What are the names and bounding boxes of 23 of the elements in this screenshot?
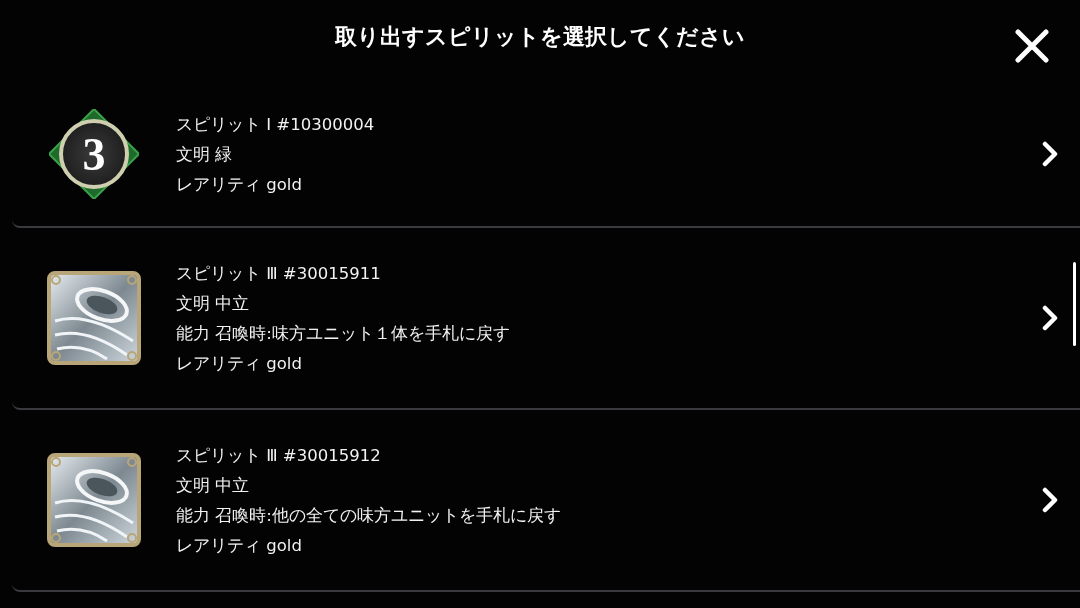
spirit-detail-text: スピリット Ⅲ #30015912 (176, 444, 382, 467)
close-button[interactable] (1014, 28, 1050, 64)
spirit-detail-text: レアリティ gold (176, 352, 303, 375)
chevron-right-icon (1042, 487, 1058, 513)
close-icon (1014, 28, 1050, 64)
chevron-right-icon (1042, 141, 1058, 167)
spirit-detail-text: レアリティ gold (176, 173, 303, 196)
whirlwind-icon (47, 271, 141, 365)
spirit-detail-text: 能力 召喚時:味方ユニット１体を手札に戻す (176, 322, 511, 345)
spirit-detail-text: スピリット I #10300004 (176, 113, 376, 136)
spirit-detail-text: レアリティ gold (176, 534, 303, 557)
chevron-right-icon (1042, 305, 1058, 331)
spirit-detail-text: 能力 召喚時:他の全ての味方ユニットを手札に戻す (176, 504, 562, 527)
number-medal-icon: 3 (47, 107, 141, 201)
spirit-detail-text: 文明 緑 (176, 143, 234, 166)
spirit-detail-text: 文明 中立 (176, 474, 251, 497)
spirit-detail-text: スピリット Ⅲ #30015911 (176, 262, 382, 285)
whirlwind-icon (47, 453, 141, 547)
dialog-title: 取り出すスピリットを選択してください (335, 23, 745, 51)
spirit-list-item[interactable]: スピリット Ⅲ #30015911 文明 中立 能力 召喚時:味方ユニット１体を手札に戻す レアリティ gold (12, 228, 1080, 410)
spirit-detail-text: 文明 中立 (176, 292, 251, 315)
spirit-list-item[interactable]: 3 スピリット I #10300004 文明 緑 レアリティ gold (12, 82, 1080, 228)
spirit-list-item[interactable]: スピリット Ⅲ #30015912 文明 中立 能力 召喚時:他の全ての味方ユニットを手札に戻す レアリティ gold (12, 410, 1080, 592)
